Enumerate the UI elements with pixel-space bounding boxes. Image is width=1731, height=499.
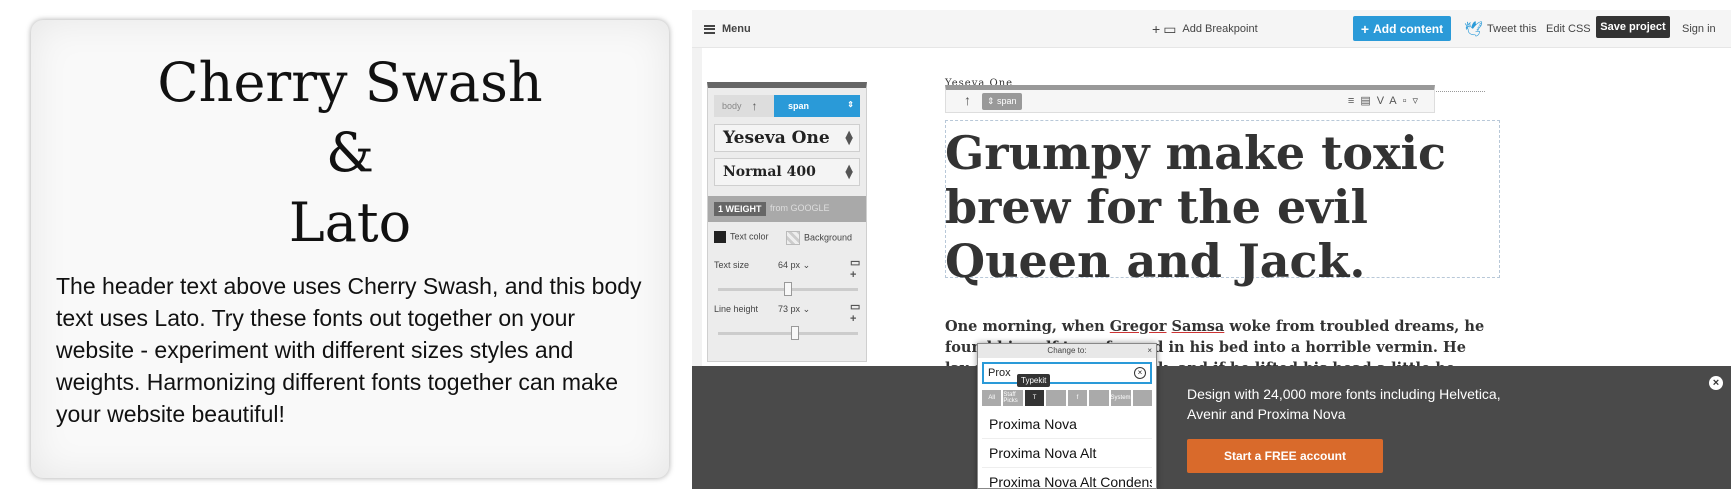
tweet-button[interactable]: 🕊 Tweet this [1464,10,1537,48]
typekit-tooltip: Typekit [1017,374,1051,387]
plus-icon: + [1152,21,1161,37]
parent-up-icon[interactable]: ↑ [964,92,971,108]
save-project-button[interactable]: Save project [1596,16,1670,38]
line-height-slider-handle[interactable] [791,326,799,340]
headline-text[interactable]: Grumpy make toxic brew for the evil Quee… [945,126,1485,288]
tab-typekit[interactable]: T [1024,390,1045,406]
promo-text: Design with 24,000 more fonts including … [1187,386,1501,422]
text-size-slider-handle[interactable] [784,282,792,296]
title-line-2: & [325,121,375,184]
card-body-text: The header text above uses Cherry Swash,… [56,273,642,427]
title-line-3: Lato [288,191,412,254]
element-toolbar: ↑ ⇕ span ≡▤VA▫▿ [945,85,1435,113]
devices-icon: ▭ [1163,20,1177,37]
crumb-span[interactable]: span ⇕ [774,95,860,117]
breadcrumb: body ↑ span ⇕ [714,95,860,117]
element-tag[interactable]: ⇕ span [982,93,1022,110]
tab-more[interactable] [1132,390,1152,406]
workspace: body ↑ span ⇕ Yeseva One ▲ ▼ Normal 400 ▲… [692,48,1731,489]
font-search-input[interactable]: Prox × [982,362,1152,384]
tab-staff-picks[interactable]: Staff Picks [1003,390,1023,406]
minus-plus-buttons[interactable]: ▭ + [850,300,866,325]
tab-google[interactable] [1089,390,1109,406]
menu-label: Menu [722,23,751,35]
card-title: Cherry Swash & Lato [31,48,669,258]
signup-promo-banner: Design with 24,000 more fonts including … [692,366,1731,489]
close-icon[interactable]: × [1709,376,1723,390]
chevron-updown-icon: ▲ ▼ [845,129,853,147]
tab-all[interactable]: All [982,390,1002,406]
font-family-select[interactable]: Yeseva One ▲ ▼ [714,124,860,152]
clear-search-icon[interactable]: × [1134,367,1146,379]
weight-badge: 1 WEIGHT [714,202,766,216]
plus-icon: + [1360,20,1370,37]
title-line-1: Cherry Swash [157,51,543,114]
popup-header: Change to: × [978,344,1156,358]
twitter-icon: 🕊 [1464,21,1484,38]
color-swatch [714,231,726,243]
menu-button[interactable]: Menu [704,10,751,48]
line-height-slider[interactable] [718,332,858,335]
tab-system[interactable]: System [1110,390,1131,406]
crumb-body[interactable]: body [722,101,742,111]
font-change-popup: Change to: × Prox × All Staff Picks T f … [977,343,1157,489]
line-height-value[interactable]: 73 px ⌄ [778,304,810,315]
line-height-label: Line height [714,304,759,314]
parent-up-icon[interactable]: ↑ [752,99,758,113]
font-pairing-card: Cherry Swash & Lato The header text abov… [31,20,669,478]
add-content-label: Add content [1373,21,1444,36]
transparent-swatch [786,231,800,245]
add-breakpoint-button[interactable]: + ▭ Add Breakpoint [1152,10,1258,48]
alignment-icons[interactable]: ≡▤VA▫▿ [1348,94,1424,107]
weight-info: 1 WEIGHT from GOOGLE [708,196,866,222]
minus-plus-buttons[interactable]: ▭ + [850,256,866,281]
font-source-tabs: All Staff Picks T f System [982,390,1152,406]
add-breakpoint-label: Add Breakpoint [1182,23,1258,35]
chevron-updown-icon: ▲ ▼ [845,163,853,181]
font-results-list: Proxima Nova Proxima Nova Alt Proxima No… [982,410,1152,489]
close-icon[interactable]: × [1147,344,1152,358]
background-control[interactable]: Background [786,231,852,245]
tab-fonts[interactable]: f [1067,390,1088,406]
hamburger-icon [704,24,715,34]
typography-panel: body ↑ span ⇕ Yeseva One ▲ ▼ Normal 400 ▲… [707,82,867,362]
text-size-value[interactable]: 64 px ⌄ [778,260,810,271]
start-free-account-button[interactable]: Start a FREE account [1187,439,1383,473]
sign-in-link[interactable]: Sign in [1682,10,1716,48]
list-item[interactable]: Proxima Nova [982,410,1152,439]
add-content-button[interactable]: + Add content [1353,16,1451,41]
top-toolbar: Menu + ▭ Add Breakpoint + Add content 🕊 … [692,10,1731,48]
text-size-label: Text size [714,260,750,270]
chevron-down-icon: ⌄ [802,260,811,270]
chevron-updown-icon: ⇕ [847,100,854,109]
font-weight-select[interactable]: Normal 400 ▲ ▼ [714,158,860,186]
font-editor-app: Menu + ▭ Add Breakpoint + Add content 🕊 … [692,10,1731,489]
tweet-label: Tweet this [1487,23,1537,35]
edit-css-link[interactable]: Edit CSS [1546,10,1591,48]
list-item[interactable]: Proxima Nova Alt [982,439,1152,468]
weight-source: from GOOGLE [770,203,830,213]
tab-fontdeck[interactable] [1046,390,1066,406]
chevron-down-icon: ⌄ [802,304,811,314]
list-item[interactable]: Proxima Nova Alt Condensed [982,468,1152,489]
text-color-control[interactable]: Text color [714,231,769,243]
